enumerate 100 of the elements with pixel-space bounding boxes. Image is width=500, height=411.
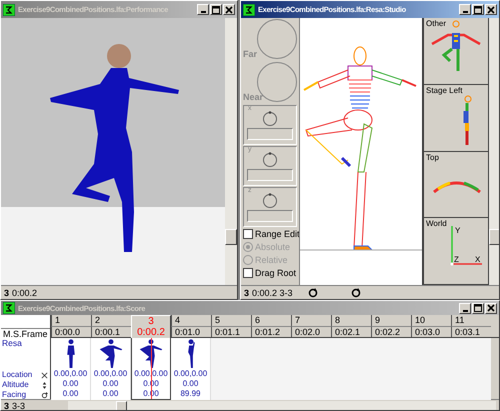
option-label: Absolute <box>255 242 290 252</box>
app-icon <box>3 302 15 314</box>
maximize-button[interactable] <box>472 302 484 314</box>
frame-time: 0:02.0 <box>291 326 331 337</box>
view-panel[interactable]: Y Z X World <box>423 218 489 285</box>
vertical-scrollbar[interactable] <box>225 18 237 285</box>
option[interactable]: Range Edit <box>243 228 297 240</box>
refresh-icon[interactable] <box>308 288 318 298</box>
rotation-knob[interactable] <box>262 192 278 208</box>
value-field[interactable] <box>247 128 293 140</box>
option-label: Drag Root <box>255 268 296 278</box>
value-text: 0.00 <box>62 379 78 389</box>
view-label: Stage Left <box>426 86 462 95</box>
rotate-icon <box>41 392 48 398</box>
frame-number: 8 <box>331 315 371 326</box>
minimize-icon <box>462 310 468 312</box>
status-number: 3 <box>4 288 10 298</box>
pose-figure-drawing <box>99 339 122 368</box>
pose-preview-drawing <box>464 95 472 145</box>
checkbox[interactable] <box>243 268 253 278</box>
minimize-icon <box>462 11 468 13</box>
maximize-button[interactable] <box>210 4 222 15</box>
value-field[interactable] <box>247 169 293 181</box>
axis-label: X <box>475 255 480 264</box>
frame-header[interactable]: 1 0:00.0 <box>51 315 91 339</box>
minimize-button[interactable] <box>459 4 471 15</box>
frame-number: 10 <box>411 315 451 326</box>
dial-label: Near <box>243 92 264 102</box>
maximize-icon <box>212 6 220 14</box>
minimize-button[interactable] <box>197 4 209 15</box>
frame-time: 0:03.1 <box>451 326 491 337</box>
pose-figure-drawing <box>66 339 74 368</box>
vertical-scrollbar[interactable] <box>489 18 499 285</box>
maximize-icon <box>474 6 482 14</box>
status-text: 3-3 <box>12 401 26 410</box>
refresh-icon[interactable] <box>350 288 361 298</box>
dial-label: Far <box>243 49 258 59</box>
frame-header[interactable]: 8 0:02.1 <box>331 315 371 339</box>
frame-header[interactable]: 7 0:02.0 <box>291 315 331 339</box>
frame-header[interactable]: 4 0:01.0 <box>171 315 211 339</box>
property-label: Location <box>2 370 32 380</box>
status-text: 0:00.2 3-3 <box>252 288 293 298</box>
view-panel[interactable]: Top <box>423 152 489 218</box>
value-text: 0.00 <box>102 389 118 399</box>
rotation-knob[interactable] <box>262 151 278 167</box>
axes-drawing <box>450 226 482 266</box>
frame-header[interactable]: 9 0:02.2 <box>371 315 411 339</box>
checkbox[interactable] <box>243 229 253 239</box>
empty-frame-cell <box>451 338 491 400</box>
frame-number: 3 <box>148 316 154 327</box>
view-panel[interactable]: Stage Left <box>423 84 489 152</box>
frame-time: 0:02.1 <box>331 326 371 337</box>
frame-number: 5 <box>211 315 251 326</box>
close-icon <box>487 6 495 14</box>
pose-preview-drawing <box>433 181 481 193</box>
value-text: 0.00,0.00 <box>174 369 208 379</box>
cross-icon <box>41 372 48 378</box>
horizontal-scrollbar[interactable] <box>68 400 496 410</box>
rotation-knob[interactable] <box>262 110 278 126</box>
status-number: 3 <box>244 288 250 298</box>
playhead-line <box>151 338 152 399</box>
close-icon <box>487 304 495 312</box>
close-button[interactable] <box>485 302 497 314</box>
frame-header[interactable]: 11 0:03.1 <box>451 315 491 339</box>
frame-number: 1 <box>51 315 91 326</box>
close-button[interactable] <box>223 4 235 15</box>
close-icon <box>225 6 233 14</box>
option[interactable]: Drag Root <box>243 267 297 279</box>
maximize-icon <box>474 304 482 312</box>
axis-label: Z <box>454 255 459 264</box>
app-icon <box>243 4 255 16</box>
frame-time: 0:00.0 <box>51 326 91 337</box>
view-label: Other <box>426 19 446 28</box>
status-number: 3 <box>4 401 10 410</box>
option-label: Relative <box>255 255 288 265</box>
track-label[interactable]: Resa <box>1 338 50 370</box>
view-label: World <box>426 219 447 228</box>
option-label: Range Edit <box>255 229 300 239</box>
minimize-button[interactable] <box>459 302 471 314</box>
value-text: 0.00,0.00 <box>94 369 128 379</box>
frame-time: 0:01.0 <box>171 326 211 337</box>
value-text: 0.00 <box>182 379 198 389</box>
frame-time: 0:02.2 <box>371 326 411 337</box>
pose-figure-drawing <box>188 339 194 368</box>
value-text: 0.00,0.00 <box>54 369 88 379</box>
frame-number: 4 <box>171 315 211 326</box>
value-text: 0.00 <box>62 389 78 399</box>
frame-time: 0:00.2 <box>137 327 165 338</box>
frame-header[interactable]: 10 0:03.0 <box>411 315 451 339</box>
frame-header[interactable]: 5 0:01.1 <box>211 315 251 339</box>
frame-time: 0:01.2 <box>251 326 291 337</box>
view-panel[interactable]: Other <box>423 18 489 85</box>
maximize-button[interactable] <box>472 4 484 15</box>
axis-label: Y <box>455 226 460 236</box>
frame-time: 0:01.1 <box>211 326 251 337</box>
value-field[interactable] <box>247 210 293 222</box>
frame-header[interactable]: 6 0:01.2 <box>251 315 291 339</box>
close-button[interactable] <box>485 4 497 15</box>
frame-time: 0:03.0 <box>411 326 451 337</box>
vertical-arrows-icon <box>41 382 48 388</box>
